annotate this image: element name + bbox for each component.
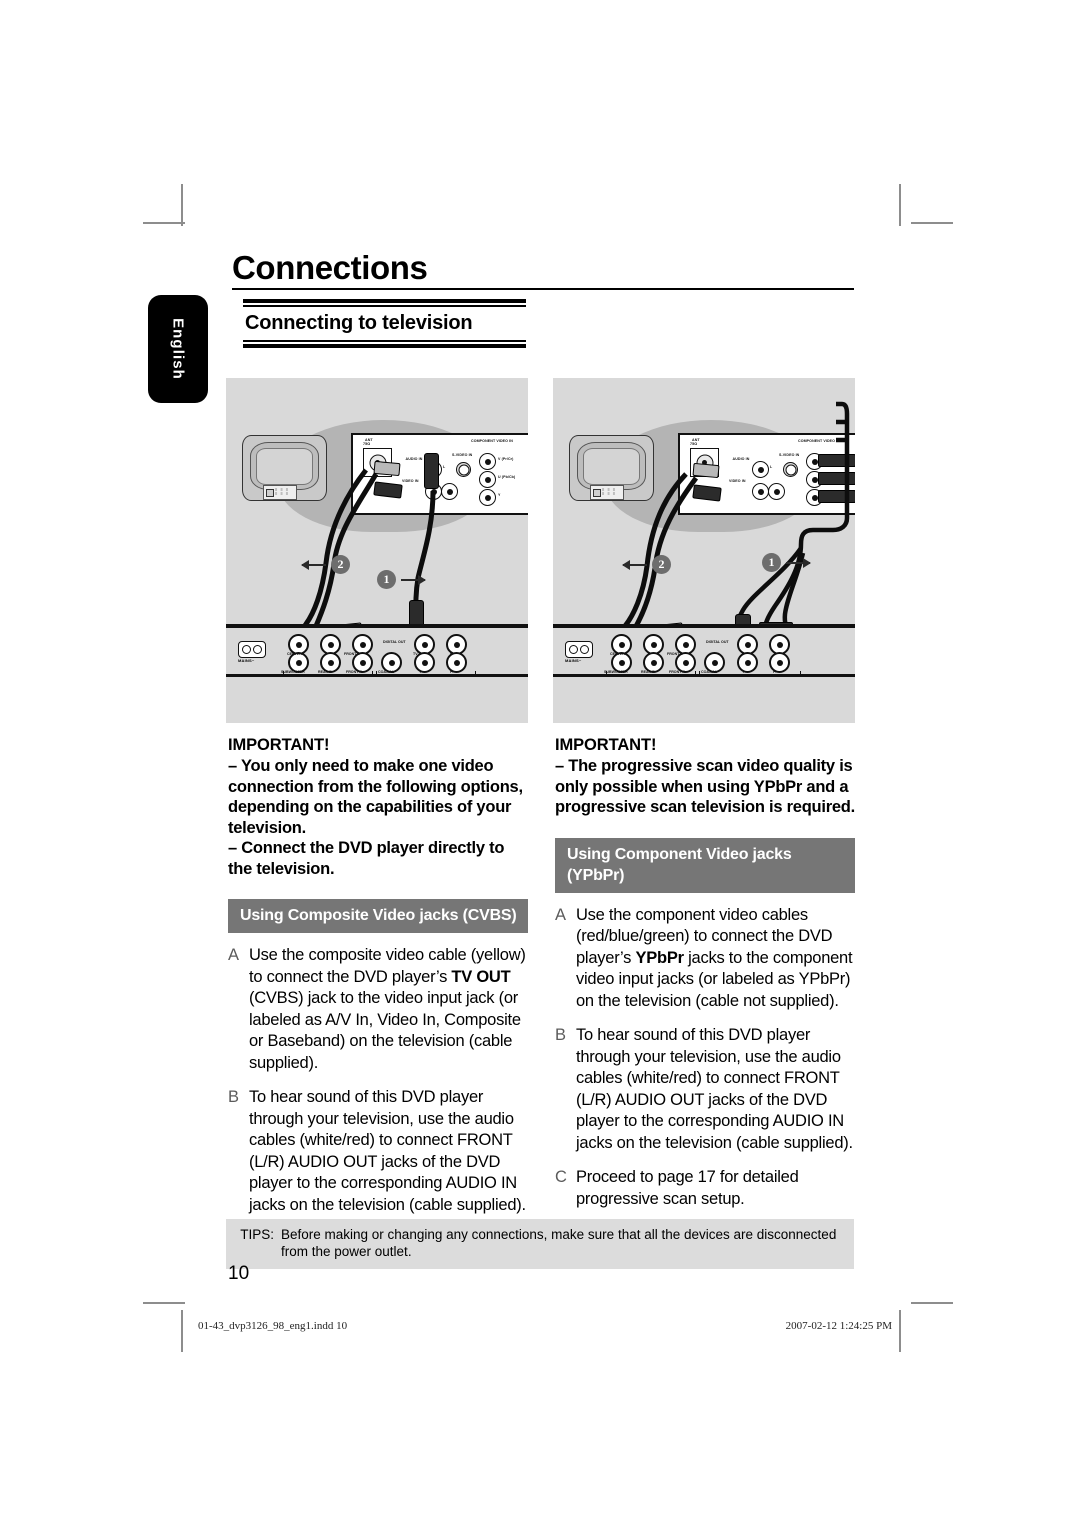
audio-plug-white bbox=[373, 460, 401, 477]
tips-banner: TIPS: Before making or changing any conn… bbox=[226, 1219, 854, 1269]
mains-socket bbox=[565, 641, 593, 658]
label-front-l: FRONT L bbox=[667, 652, 683, 656]
step-2-arrow bbox=[301, 560, 326, 570]
crop-mark-top-right-horizontal bbox=[911, 222, 953, 224]
composite-video-diagram: ≡ ≡ ≡≡ ≡ ≡ ANT 75Ω AUDIO IN L R VIDEO IN… bbox=[226, 378, 528, 723]
label-center: CENTER bbox=[610, 652, 625, 656]
step-letter: B bbox=[228, 1088, 240, 1106]
dvd-y-jack bbox=[737, 652, 758, 673]
step-letter: B bbox=[555, 1026, 567, 1044]
label-digital-out: DIGITAL OUT bbox=[706, 640, 729, 644]
crop-mark-bottom-right-horizontal bbox=[911, 1302, 953, 1304]
language-tab: English bbox=[148, 295, 208, 403]
page-title: Connections bbox=[232, 249, 428, 286]
list-item: B To hear sound of this DVD player throu… bbox=[555, 1025, 855, 1154]
important-line-left-2: – Connect the DVD player directly to the… bbox=[228, 839, 505, 878]
label-center: CENTER bbox=[287, 652, 302, 656]
step-marker-1: 1 bbox=[762, 553, 781, 572]
step-text: To hear sound of this DVD player through… bbox=[249, 1088, 526, 1214]
list-item: B To hear sound of this DVD player throu… bbox=[228, 1087, 528, 1216]
crop-mark-top-right-vertical bbox=[899, 184, 901, 226]
section-heading: Connecting to television bbox=[243, 299, 526, 348]
crop-mark-bottom-left-vertical bbox=[181, 1310, 183, 1352]
important-line-right-1: – The progressive scan video quality is … bbox=[555, 757, 855, 816]
step-2-arrow bbox=[622, 560, 647, 570]
list-item: C Proceed to page 17 for detailed progre… bbox=[555, 1167, 855, 1210]
step-text: To hear sound of this DVD player through… bbox=[576, 1026, 853, 1152]
step-letter: A bbox=[555, 905, 567, 924]
list-item: A Use the composite video cable (yellow)… bbox=[228, 945, 528, 1074]
left-text-column: IMPORTANT! – You only need to make one v… bbox=[228, 736, 528, 1229]
label-mains: MAINS~ bbox=[238, 658, 255, 663]
floor-line-lower bbox=[553, 674, 855, 677]
dvd-y-jack bbox=[414, 652, 435, 673]
language-tab-label: English bbox=[169, 318, 187, 380]
dvd-rear-panel: MAINS~ CENTER FRONT L SUBWOOFER REAR R F… bbox=[553, 628, 855, 678]
mains-socket bbox=[238, 641, 266, 658]
important-line-left-1: – You only need to make one video connec… bbox=[228, 757, 523, 837]
label-digital-out: DIGITAL OUT bbox=[383, 640, 406, 644]
step-1-arrow bbox=[786, 558, 811, 568]
floor-line-lower bbox=[226, 674, 528, 677]
list-item: A Use the component video cables (red/bl… bbox=[555, 905, 855, 1013]
step-marker-2: 2 bbox=[652, 555, 671, 574]
important-title-left: IMPORTANT! bbox=[228, 736, 330, 754]
tips-label: TIPS: bbox=[240, 1227, 274, 1242]
section-rule-top bbox=[243, 299, 526, 307]
step-text: Proceed to page 17 for detailed progress… bbox=[576, 1168, 799, 1208]
crop-mark-top-left-vertical bbox=[181, 184, 183, 226]
crop-mark-top-left-horizontal bbox=[143, 222, 185, 224]
crop-mark-bottom-right-vertical bbox=[899, 1310, 901, 1352]
steps-list-left: A Use the composite video cable (yellow)… bbox=[228, 945, 528, 1216]
component-video-diagram: ≡ ≡ ≡≡ ≡ ≡ ANT 75Ω AUDIO IN L R VIDEO IN… bbox=[553, 378, 855, 723]
label-mains: MAINS~ bbox=[565, 658, 582, 663]
print-footer-filename: 01-43_dvp3126_98_eng1.indd 10 bbox=[198, 1320, 348, 1332]
right-text-column: IMPORTANT! – The progressive scan video … bbox=[555, 736, 855, 1223]
step-letter: A bbox=[228, 946, 240, 964]
step-marker-2: 2 bbox=[331, 555, 350, 574]
label-front-l: FRONT L bbox=[344, 652, 360, 656]
print-footer-timestamp: 2007-02-12 1:24:25 PM bbox=[785, 1320, 892, 1332]
step-text-bold: YPbPr bbox=[635, 948, 685, 967]
tips-text: Before making or changing any connection… bbox=[281, 1227, 837, 1259]
subheading-composite: Using Composite Video jacks (CVBS) bbox=[228, 899, 528, 933]
page-title-rule bbox=[232, 288, 854, 290]
dvd-rear-panel: MAINS~ CENTER FRONT L SUBWOOFER REAR R F… bbox=[226, 628, 528, 678]
step-text: Use the composite video cable (yellow) t… bbox=[249, 945, 528, 1074]
steps-list-right: A Use the component video cables (red/bl… bbox=[555, 905, 855, 1211]
subheading-component: Using Component Video jacks (YPbPr) bbox=[555, 837, 855, 893]
crop-mark-bottom-left-horizontal bbox=[143, 1302, 185, 1304]
section-heading-label: Connecting to television bbox=[245, 312, 473, 334]
step-text: Use the component video cables (red/blue… bbox=[576, 905, 855, 1013]
important-title-right: IMPORTANT! bbox=[555, 736, 657, 754]
step-1-arrow bbox=[401, 575, 426, 585]
page-number: 10 bbox=[228, 1263, 250, 1284]
video-plug-yellow bbox=[424, 453, 439, 489]
step-marker-1: 1 bbox=[377, 570, 396, 589]
section-rule-bottom bbox=[243, 340, 526, 348]
step-text-after: (CVBS) jack to the video input jack (or … bbox=[249, 989, 521, 1072]
step-letter: C bbox=[555, 1168, 567, 1186]
step-text-bold: TV OUT bbox=[451, 967, 511, 986]
audio-plug-white bbox=[692, 462, 720, 479]
